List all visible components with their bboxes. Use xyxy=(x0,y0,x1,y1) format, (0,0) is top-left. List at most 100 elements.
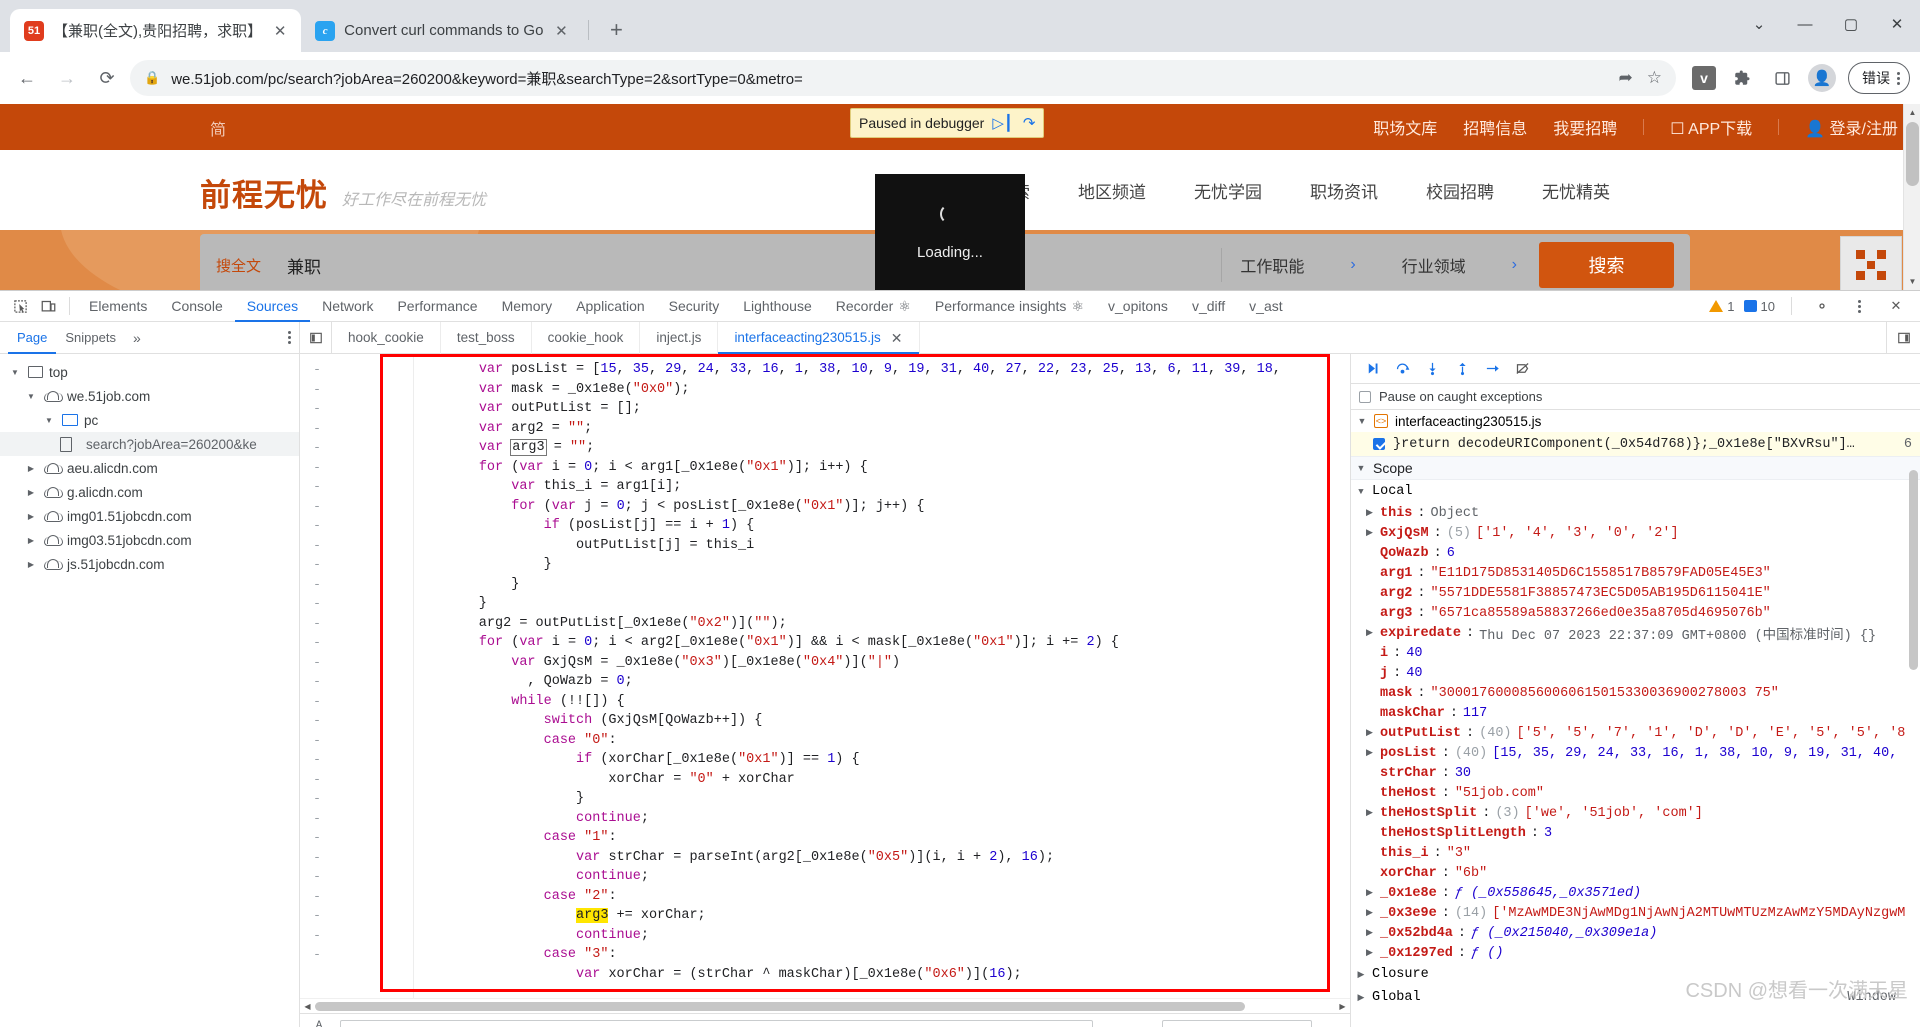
tree-node-img03-51jobcdn-com[interactable]: ▶ img03.51jobcdn.com xyxy=(0,528,299,552)
three-dot-menu-icon[interactable] xyxy=(1897,71,1900,85)
chevron-down-icon[interactable]: ▼ xyxy=(8,368,22,377)
cancel-button[interactable]: Cancel xyxy=(1162,1019,1312,1027)
chevron-right-icon[interactable]: ▶ xyxy=(24,464,38,473)
inspect-element-icon[interactable] xyxy=(6,293,34,319)
language-toggle[interactable]: 简 xyxy=(210,116,226,140)
topnav-item-1[interactable]: 招聘信息 xyxy=(1463,115,1527,139)
scope-variable-row[interactable]: maskChar:117 xyxy=(1351,703,1920,723)
chevron-down-icon[interactable]: ▼ xyxy=(1356,463,1366,473)
show-navigator-icon[interactable] xyxy=(300,321,332,354)
chevron-right-icon[interactable]: ▶ xyxy=(1364,948,1375,958)
filter-industry[interactable]: 行业领域 xyxy=(1402,253,1466,277)
three-dot-menu-icon[interactable] xyxy=(1845,293,1873,319)
site-brand[interactable]: 前程无忧 好工作尽在前程无忧 xyxy=(200,170,486,215)
message-count[interactable]: 10 xyxy=(1743,299,1775,314)
mainnav-item-2[interactable]: 地区频道 xyxy=(1078,178,1146,203)
extension-v-icon[interactable]: v xyxy=(1692,66,1716,90)
scope-variable-row[interactable]: i:40 xyxy=(1351,643,1920,663)
chevron-right-icon[interactable]: ▶ xyxy=(1364,528,1375,538)
browser-tab-1[interactable]: c Convert curl commands to Go ✕ xyxy=(301,9,582,52)
tab-performance[interactable]: Performance xyxy=(385,291,489,322)
step-out-of-current-function-icon[interactable] xyxy=(1449,356,1475,382)
debugger-scroll-area[interactable]: ▼ <> interfaceacting230515.js }return de… xyxy=(1351,410,1920,1027)
back-button[interactable]: ← xyxy=(10,61,44,95)
tab-search-icon[interactable]: ⌄ xyxy=(1736,0,1782,48)
deactivate-breakpoints-icon[interactable] xyxy=(1509,356,1535,382)
scope-global-header[interactable]: ▶ Global Window xyxy=(1351,986,1920,1009)
tab-application[interactable]: Application xyxy=(564,291,657,322)
topnav-item-4[interactable]: 👤 登录/注册 xyxy=(1805,115,1898,139)
step-icon[interactable] xyxy=(1479,356,1505,382)
scope-variable-row[interactable]: ▶ expiredate: Thu Dec 07 2023 22:37:09 GMT… xyxy=(1351,623,1920,644)
tab-sources[interactable]: Sources xyxy=(235,291,310,322)
mainnav-item-6[interactable]: 无忧精英 xyxy=(1542,178,1610,203)
share-icon[interactable]: ➦ xyxy=(1619,68,1633,88)
page-scrollbar[interactable]: ▲ ▼ xyxy=(1903,104,1920,290)
extensions-puzzle-icon[interactable] xyxy=(1728,64,1756,92)
scope-variable-row[interactable]: arg2: "5571DDE5581F38857473EC5D05AB195D61… xyxy=(1351,583,1920,603)
tab-v-diff[interactable]: v_diff xyxy=(1180,291,1237,322)
pause-on-exceptions-checkbox[interactable] xyxy=(1359,390,1371,403)
tree-node-img01-51jobcdn-com[interactable]: ▶ img01.51jobcdn.com xyxy=(0,504,299,528)
mainnav-item-4[interactable]: 职场资讯 xyxy=(1310,178,1378,203)
scope-variable-row[interactable]: ▶ outPutList: (40) ['5', '5', '7', '1', 'D'… xyxy=(1351,723,1920,743)
step-into-next-call-icon[interactable] xyxy=(1419,356,1445,382)
tab-lighthouse[interactable]: Lighthouse xyxy=(731,291,824,322)
chevron-right-icon[interactable]: ▶ xyxy=(24,560,38,569)
tab-v-opitons[interactable]: v_opitons xyxy=(1096,291,1180,322)
debugger-vertical-scrollbar[interactable] xyxy=(1907,410,1920,1027)
warning-count[interactable]: 1 xyxy=(1709,299,1735,314)
chevron-down-icon[interactable]: ▼ xyxy=(1356,487,1366,497)
forward-button[interactable]: → xyxy=(50,61,84,95)
scope-variable-row[interactable]: ▶ GxjQsM: (5) ['1', '4', '3', '0', '2'] xyxy=(1351,523,1920,543)
match-case-toggle-icon[interactable]: AB xyxy=(308,1020,330,1027)
code-editor[interactable]: --- --- --- --- --- --- --- --- --- --- … xyxy=(300,354,1350,998)
scroll-thumb[interactable] xyxy=(1909,470,1918,670)
scope-variable-row[interactable]: ▶ _0x1e8e: ƒ (_0x558645,_0x3571ed) xyxy=(1351,883,1920,903)
scope-local-header[interactable]: ▼ Local xyxy=(1351,480,1920,503)
scope-variable-row[interactable]: strChar:30 xyxy=(1351,763,1920,783)
scroll-thumb[interactable] xyxy=(315,1001,1245,1011)
code-text[interactable]: var posList = [15, 35, 29, 24, 33, 16, 1… xyxy=(414,354,1350,998)
chevron-right-icon[interactable]: ▶ xyxy=(24,488,38,497)
scope-variable-row[interactable]: ▶ _0x52bd4a: ƒ (_0x215040,_0x309e1a) xyxy=(1351,923,1920,943)
search-input[interactable]: 兼职 xyxy=(287,253,1221,278)
scope-variable-row[interactable]: ▶ _0x3e9e: (14) ['MzAwMDE3NjAwMDg1NjAwNjA2M… xyxy=(1351,903,1920,923)
scope-variable-row[interactable]: xorChar: "6b" xyxy=(1351,863,1920,883)
chevron-right-icon[interactable]: ▶ xyxy=(24,536,38,545)
tab-v-ast[interactable]: v_ast xyxy=(1237,291,1294,322)
file-tab-test-boss[interactable]: test_boss xyxy=(441,321,532,354)
filter-job-function[interactable]: 工作职能 xyxy=(1240,253,1304,277)
pause-on-exceptions-row[interactable]: Pause on caught exceptions xyxy=(1351,384,1920,410)
scope-variable-row[interactable]: theHost: "51job.com" xyxy=(1351,783,1920,803)
profile-avatar-icon[interactable]: 👤 xyxy=(1808,64,1836,92)
scope-variable-row[interactable]: mask: "3000176000856006061501533003690027… xyxy=(1351,683,1920,703)
tree-node-js-51jobcdn-com[interactable]: ▶ js.51jobcdn.com xyxy=(0,552,299,576)
scroll-right-arrow[interactable]: ▶ xyxy=(1335,1002,1350,1011)
gear-icon[interactable] xyxy=(1808,293,1836,319)
scope-variable-row[interactable]: j:40 xyxy=(1351,663,1920,683)
tree-node-pc[interactable]: ▼ pc xyxy=(0,408,299,432)
search-input[interactable]: arg3 2 of 3 ⌃ ⌄ xyxy=(340,1019,1093,1027)
chevron-right-icon[interactable]: ▶ xyxy=(1356,970,1366,980)
search-scope-label[interactable]: 搜全文 xyxy=(216,255,261,276)
scope-variable-row[interactable]: arg3: "6571ca85589a58837266ed0e35a8705d46… xyxy=(1351,603,1920,623)
step-over-icon[interactable]: ↷ xyxy=(1023,114,1036,132)
resume-script-execution-icon[interactable] xyxy=(1359,356,1385,382)
chevron-down-icon[interactable]: ▼ xyxy=(42,416,56,425)
scope-variable-row[interactable]: ▶ _0x1297ed: ƒ () xyxy=(1351,943,1920,963)
file-tab-hook-cookie[interactable]: hook_cookie xyxy=(332,321,441,354)
chevron-right-icon[interactable]: ▶ xyxy=(1364,888,1375,898)
page-scroll-thumb[interactable] xyxy=(1906,122,1919,186)
chevron-right-icon[interactable]: ▶ xyxy=(1364,728,1375,738)
file-tab-inject-js[interactable]: inject.js xyxy=(640,321,719,354)
tab-network[interactable]: Network xyxy=(310,291,385,322)
minimize-button[interactable]: — xyxy=(1782,0,1828,48)
tab-elements[interactable]: Elements xyxy=(77,291,159,322)
search-button[interactable]: 搜索 xyxy=(1539,242,1674,288)
scope-variable-row[interactable]: this_i: "3" xyxy=(1351,843,1920,863)
chevron-right-icon[interactable]: ▶ xyxy=(1364,808,1375,818)
tree-node-top[interactable]: ▼ top xyxy=(0,360,299,384)
step-over-next-function-icon[interactable] xyxy=(1389,356,1415,382)
chevron-right-icon[interactable]: ▶ xyxy=(1364,928,1375,938)
